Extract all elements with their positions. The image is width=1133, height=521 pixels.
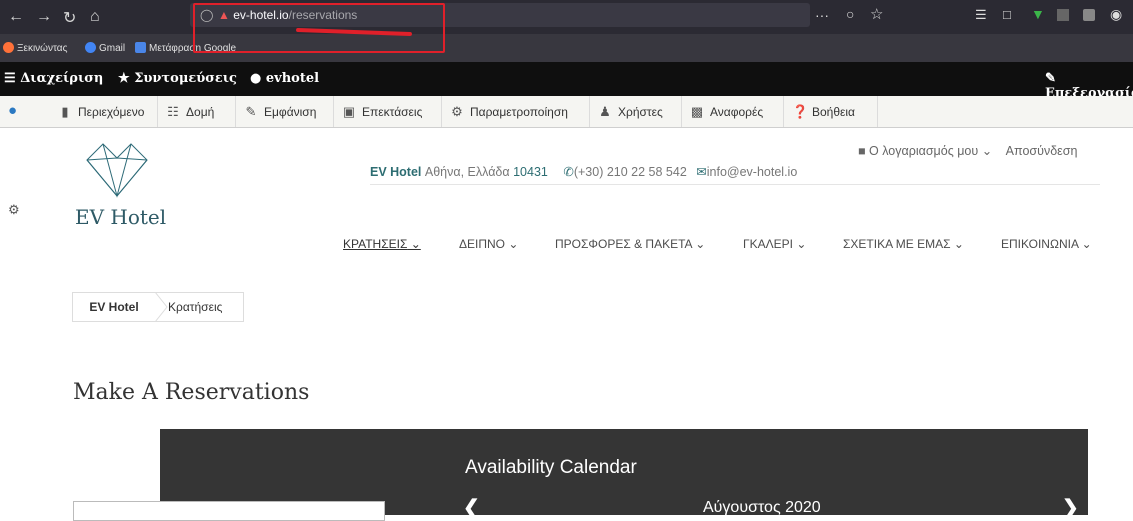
manage-menu[interactable]: ☰ Διαχείριση (4, 71, 103, 86)
envelope-icon: ✉ (696, 165, 707, 179)
translate-icon (135, 42, 146, 53)
user-menu[interactable]: ● evhotel (250, 71, 319, 86)
tray-people[interactable]: ♟ Χρήστες (590, 96, 682, 127)
firefox-icon (3, 42, 14, 53)
people-icon: ♟ (599, 104, 611, 119)
date-input[interactable] (73, 501, 385, 521)
admin-tray: ● ▮ Περιεχόμενο ☷ Δομή ✎ Εμφάνιση ▣ Επεκτάσε… (0, 96, 1133, 128)
bookmark-gmail[interactable]: Gmail (85, 42, 125, 54)
bookmarks-bar: Ξεκινώντας Gmail Μετάφραση Google (0, 34, 1133, 62)
pocket-icon[interactable]: ○ (846, 6, 854, 22)
logo-diamond-icon[interactable] (85, 140, 149, 198)
page-actions-icon[interactable]: ··· (815, 7, 829, 23)
breadcrumb-separator (155, 292, 168, 322)
home-icon[interactable]: ⌂ (90, 8, 100, 26)
calendar-month: Αύγουστος 2020 (703, 499, 821, 516)
breadcrumb: EV Hotel Κρατήσεις (72, 292, 244, 322)
chevron-right-icon[interactable]: ❯ (1062, 495, 1079, 520)
contact-info: EV Hotel Αθήνα, Ελλάδα 10431 ✆(+30) 210 … (370, 164, 797, 179)
nav-reservations[interactable]: ΚΡΑΤΗΣΕΙΣ ⌄ (343, 237, 421, 251)
contact-email[interactable]: info@ev-hotel.io (707, 165, 798, 179)
nav-contact[interactable]: ΕΠΙΚΟΙΝΩΝΙΑ ⌄ (1001, 237, 1092, 251)
logout-link[interactable]: Αποσύνδεση (1006, 144, 1078, 158)
tray-configuration[interactable]: ⚙ Παραμετροποίηση (442, 96, 590, 127)
tray-structure[interactable]: ☷ Δομή (158, 96, 236, 127)
nav-offers[interactable]: ΠΡΟΣΦΟΡΕΣ & ΠΑΚΕΤΑ ⌄ (555, 237, 705, 251)
puzzle-icon: ▣ (342, 104, 356, 119)
contact-phone[interactable]: (+30) 210 22 58 542 (574, 165, 687, 179)
page-title: Make A Reservations (73, 380, 310, 405)
user-icon: ■ (858, 144, 866, 158)
nav-gallery[interactable]: ΓΚΑΛΕΡΙ ⌄ (743, 237, 806, 251)
tray-content[interactable]: ▮ Περιεχόμενο (50, 96, 158, 127)
tray-appearance[interactable]: ✎ Εμφάνιση (236, 96, 334, 127)
library-icon[interactable]: ☰ (975, 7, 987, 23)
tray-reports[interactable]: ▩ Αναφορές (682, 96, 784, 127)
calendar-title: Availability Calendar (465, 457, 637, 478)
back-icon[interactable]: ← (8, 8, 24, 26)
account-icon[interactable]: ◉ (1110, 6, 1122, 23)
account-links: ■ Ο λογαριασμός μου ⌄ Αποσύνδεση (858, 143, 1077, 158)
header-divider (370, 184, 1100, 185)
user-icon: ● (250, 71, 262, 86)
bookmark-star-icon[interactable]: ☆ (870, 5, 883, 23)
gear-icon[interactable]: ⚙ (8, 202, 20, 218)
contact-zip: 10431 (513, 165, 548, 179)
camera-extension-icon[interactable] (1083, 9, 1095, 21)
browser-toolbar: ← → ↻ ⌂ ◯ ▲ ev-hotel.io/reservations ···… (0, 0, 1133, 34)
nav-about[interactable]: ΣΧΕΤΙΚΑ ΜΕ ΕΜΑΣ ⌄ (843, 237, 964, 251)
google-icon (85, 42, 96, 53)
contact-name: EV Hotel (370, 165, 422, 179)
shortcuts-menu[interactable]: ★ Συντομεύσεις (118, 71, 237, 86)
brush-icon: ✎ (245, 104, 257, 119)
breadcrumb-home[interactable]: EV Hotel (73, 293, 155, 321)
phone-icon: ✆ (563, 165, 574, 179)
pencil-icon: ✎ (1045, 71, 1056, 86)
hamburger-icon: ☰ (4, 71, 16, 86)
structure-icon: ☷ (167, 104, 179, 119)
contact-address: Αθήνα, Ελλάδα (424, 165, 510, 179)
bar-chart-icon: ▩ (690, 104, 704, 119)
reload-icon[interactable]: ↻ (63, 8, 76, 28)
breadcrumb-current: Κρατήσεις (168, 300, 223, 314)
nav-dinner[interactable]: ΔΕΙΠΝΟ ⌄ (459, 237, 518, 251)
bookmark-getting-started[interactable]: Ξεκινώντας (3, 42, 67, 54)
drupal-icon[interactable]: ● (8, 102, 17, 119)
sidebar-icon[interactable]: □ (1003, 7, 1011, 22)
tray-extend[interactable]: ▣ Επεκτάσεις (334, 96, 442, 127)
wrench-icon: ⚙ (451, 104, 463, 119)
extension-icon[interactable] (1057, 9, 1069, 21)
admin-toolbar: ☰ Διαχείριση ★ Συντομεύσεις ● evhotel ✎ … (0, 62, 1133, 101)
tray-help[interactable]: ❓ Βοήθεια (784, 96, 878, 127)
help-icon: ❓ (792, 104, 809, 119)
chevron-left-icon[interactable]: ❮ (463, 495, 480, 520)
forward-icon[interactable]: → (36, 8, 52, 26)
star-icon: ★ (118, 71, 130, 86)
extension-shield-icon[interactable]: ▼ (1031, 6, 1045, 22)
chevron-down-icon: ⌄ (981, 144, 993, 158)
my-account-link[interactable]: Ο λογαριασμός μου (869, 144, 978, 158)
file-icon: ▮ (61, 104, 69, 119)
logo-text[interactable]: EV Hotel (75, 205, 166, 229)
